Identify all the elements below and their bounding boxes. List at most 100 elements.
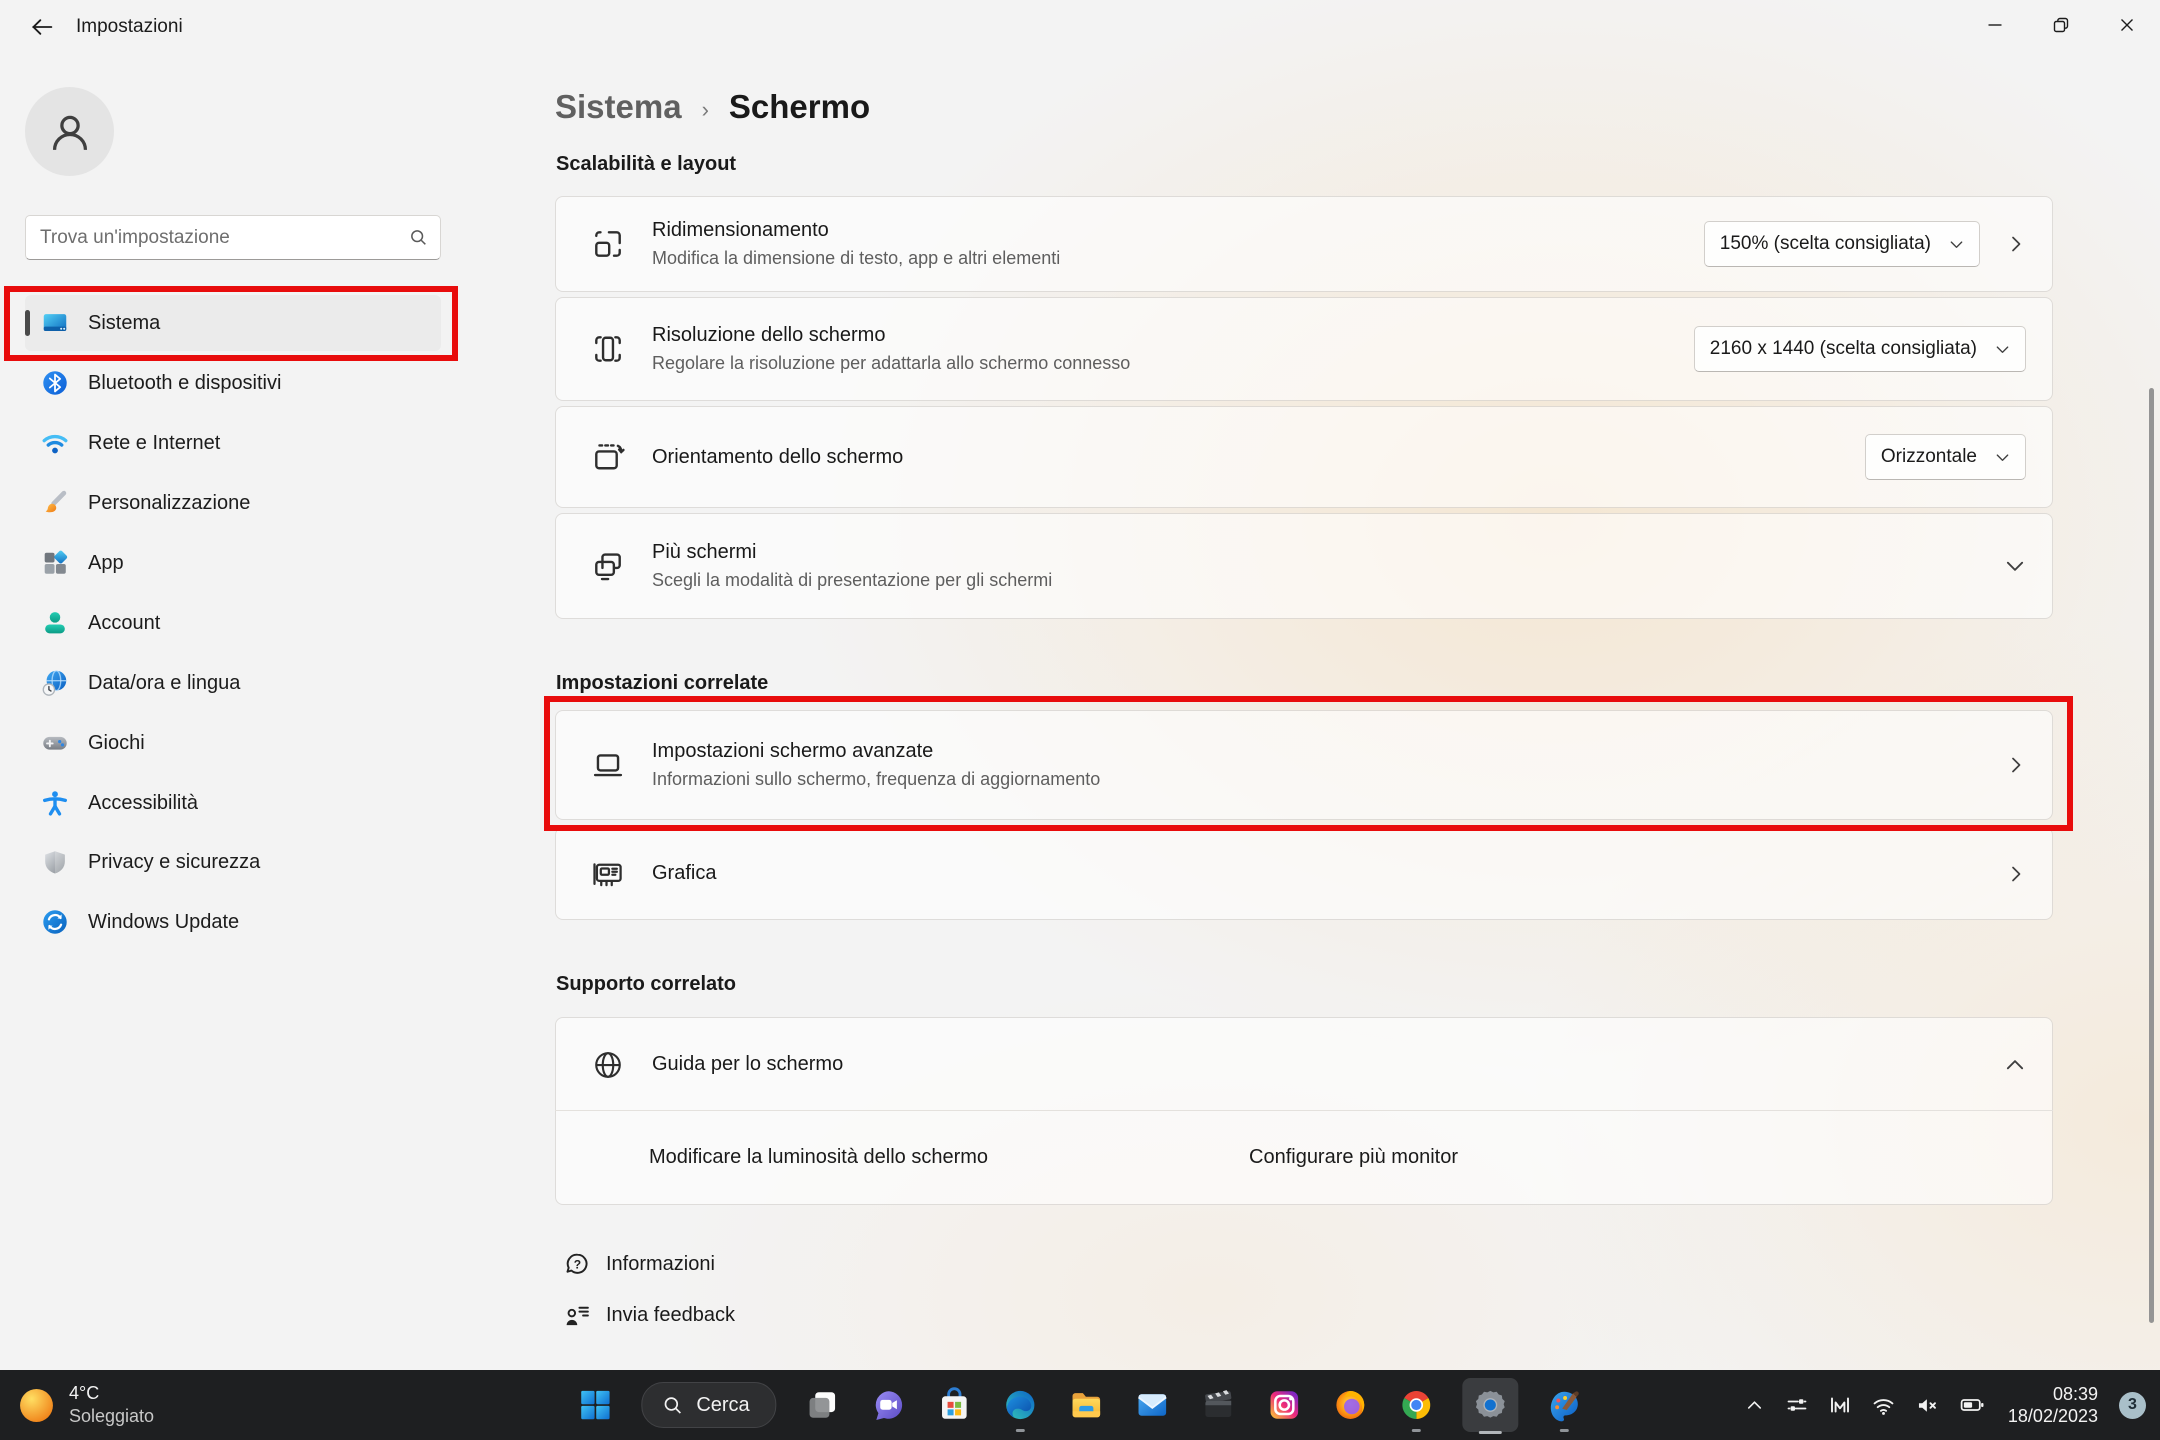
orientation-value: Orizzontale [1881,446,1977,468]
account-icon [40,608,70,638]
sidebar-item-privacy[interactable]: Privacy e sicurezza [25,834,441,890]
sidebar-item-label: Account [88,612,160,635]
edge-button[interactable] [1001,1377,1041,1433]
firefox-button[interactable] [1331,1377,1371,1433]
scaling-value: 150% (scelta consigliata) [1720,233,1931,255]
help-links: Modificare la luminosità dello schermo C… [555,1110,2053,1205]
mail-button[interactable] [1133,1377,1173,1433]
weather-widget[interactable]: 4°C Soleggiato [18,1370,154,1440]
sidebar-item-label: Privacy e sicurezza [88,851,260,874]
shield-icon [40,847,70,877]
tray-app-m-icon[interactable] [1828,1393,1852,1417]
sidebar-item-label: Giochi [88,732,145,755]
instagram-button[interactable] [1265,1377,1305,1433]
paint-button[interactable] [1545,1377,1585,1433]
windows-logo-icon [577,1387,613,1423]
annotation-rect-advanced-display [544,696,2073,831]
resolution-dropdown[interactable]: 2160 x 1440 (scelta consigliata) [1694,326,2026,372]
sidebar-item-windows-update[interactable]: Windows Update [25,894,441,950]
setting-card-orientation[interactable]: Orientamento dello schermo Orizzontale [555,406,2053,508]
clock[interactable]: 08:39 18/02/2023 [2008,1384,2098,1427]
store-button[interactable] [935,1377,975,1433]
sidebar-item-app[interactable]: App [25,535,441,591]
settings-window: Impostazioni Sistema Bluetooth e disposi… [0,0,2160,1440]
brush-icon [40,488,70,518]
help-link-monitors[interactable]: Configurare più monitor [1249,1146,1458,1169]
tray-chevron-up-icon[interactable] [1743,1394,1766,1417]
volume-muted-icon[interactable] [1915,1393,1940,1418]
time: 08:39 [2053,1384,2098,1405]
setting-card-resolution[interactable]: Risoluzione dello schermo Regolare la ri… [555,297,2053,401]
annotation-rect-sistema [4,286,458,361]
help-link-brightness[interactable]: Modificare la luminosità dello schermo [649,1146,988,1169]
setting-card-scaling[interactable]: Ridimensionamento Modifica la dimensione… [555,196,2053,292]
sidebar-item-data-ora[interactable]: Data/ora e lingua [25,655,441,711]
card-title: Ridimensionamento [652,219,1060,242]
chevron-down-icon [1995,450,2010,465]
restore-button[interactable] [2028,0,2094,50]
chevron-up-icon[interactable] [2004,1054,2026,1076]
orientation-icon [590,439,626,475]
chevron-down-icon[interactable] [2004,555,2026,577]
gpu-icon [590,856,626,892]
avatar[interactable] [25,87,114,176]
sidebar-item-bluetooth[interactable]: Bluetooth e dispositivi [25,355,441,411]
breadcrumb-separator: › [702,91,709,123]
breadcrumb-parent[interactable]: Sistema [555,88,682,126]
scaling-dropdown[interactable]: 150% (scelta consigliata) [1704,221,1980,267]
video-editor-button[interactable] [1199,1377,1239,1433]
sidebar-item-label: Accessibilità [88,792,198,815]
task-view-button[interactable] [803,1377,843,1433]
sidebar-item-label: Data/ora e lingua [88,672,240,695]
settings-search [25,215,441,260]
clapperboard-icon [1201,1387,1237,1423]
edge-icon [1003,1387,1039,1423]
weather-temperature: 4°C [69,1383,154,1404]
folder-icon [1069,1387,1105,1423]
start-button[interactable] [575,1377,615,1433]
sidebar-item-giochi[interactable]: Giochi [25,715,441,771]
card-title: Orientamento dello schermo [652,446,903,469]
setting-card-multiple-displays[interactable]: Più schermi Scegli la modalità di presen… [555,513,2053,619]
sidebar-item-account[interactable]: Account [25,595,441,651]
running-indicator [1016,1429,1025,1433]
scaling-icon [590,226,626,262]
info-link[interactable]: ? Informazioni [563,1250,715,1279]
feedback-link[interactable]: Invia feedback [563,1301,735,1330]
task-view-icon [806,1388,840,1422]
sidebar-item-personalizzazione[interactable]: Personalizzazione [25,475,441,531]
titlebar: Impostazioni [0,0,2160,52]
page-title: Schermo [729,88,870,126]
scrollbar-thumb[interactable] [2149,388,2154,1323]
gamepad-icon [40,728,70,758]
equalizer-icon[interactable] [1785,1393,1809,1417]
sidebar-item-rete[interactable]: Rete e Internet [25,415,441,471]
wifi-tray-icon[interactable] [1871,1393,1896,1418]
chat-icon [871,1387,907,1423]
setting-card-graphics[interactable]: Grafica [555,827,2053,920]
minimize-button[interactable] [1962,0,2028,50]
section-support-title: Supporto correlato [556,973,736,996]
multiple-displays-icon [590,548,626,584]
chrome-button[interactable] [1397,1377,1437,1433]
notification-badge[interactable]: 3 [2119,1392,2146,1419]
breadcrumb: Sistema › Schermo [555,88,870,126]
chrome-icon [1399,1387,1435,1423]
taskbar-search-label: Cerca [696,1394,749,1417]
window-controls [1962,0,2160,50]
help-card-header[interactable]: Guida per lo schermo [556,1018,2052,1111]
back-button[interactable] [20,10,64,44]
file-explorer-button[interactable] [1067,1377,1107,1433]
svg-text:?: ? [574,1257,581,1271]
taskbar-search[interactable]: Cerca [641,1382,776,1428]
close-button[interactable] [2094,0,2160,50]
orientation-dropdown[interactable]: Orizzontale [1865,434,2026,480]
chat-button[interactable] [869,1377,909,1433]
globe-clock-icon [40,668,70,698]
sidebar-item-label: Personalizzazione [88,492,250,515]
battery-icon[interactable] [1959,1392,1985,1418]
sidebar-item-accessibilita[interactable]: Accessibilità [25,775,441,831]
search-input[interactable] [26,227,409,249]
settings-button-active[interactable] [1463,1378,1519,1432]
card-title: Grafica [652,862,716,885]
